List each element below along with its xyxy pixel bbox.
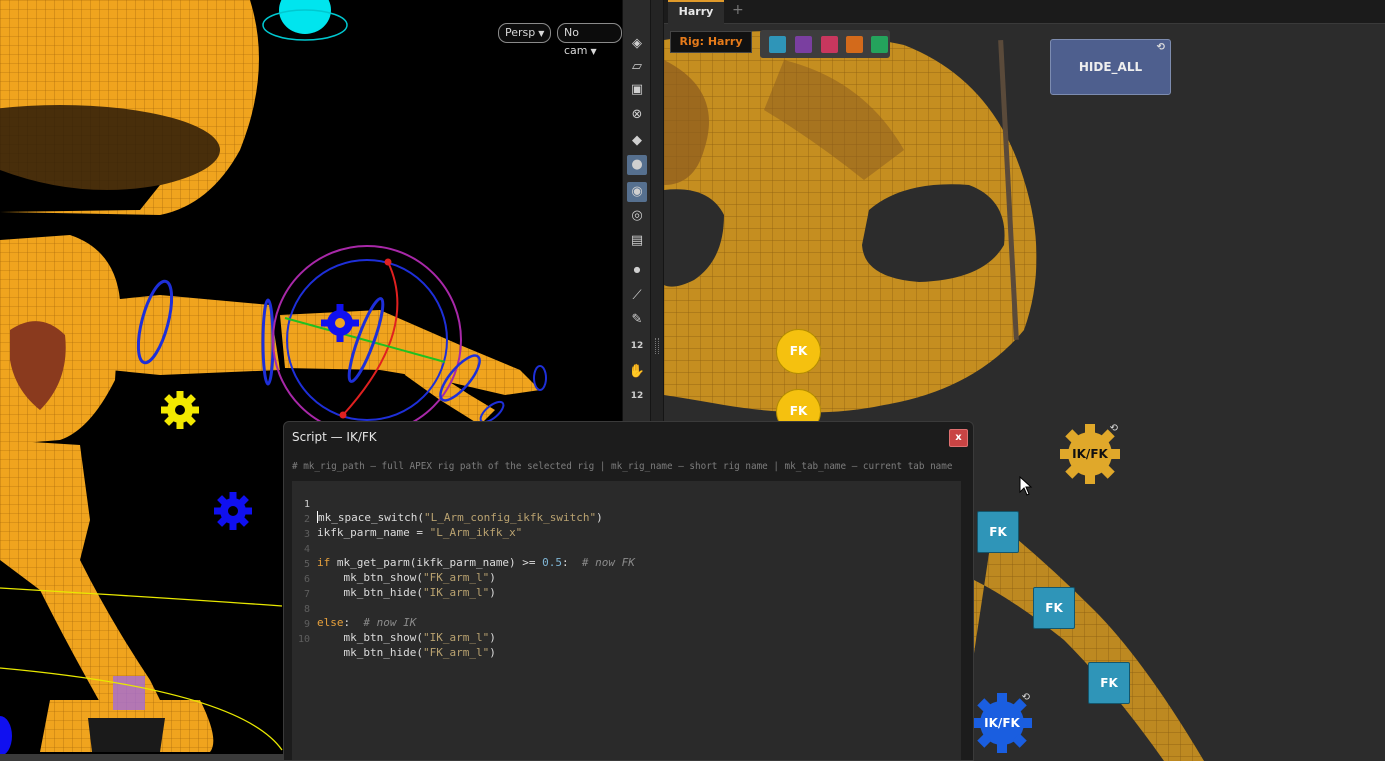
cyan-control	[279, 0, 331, 34]
code-line: 1 mk_space_switch("L_Arm_config_ikfk_swi…	[292, 484, 961, 524]
color-swatch-bar	[760, 30, 890, 58]
eye-icon[interactable]: ◎	[627, 206, 647, 226]
line-number: 10	[297, 634, 310, 645]
mouse-cursor-icon	[1019, 476, 1033, 496]
camera-icon[interactable]: ◉	[627, 182, 647, 202]
code-line: 6 mk_btn_hide("IK_arm_l")	[292, 559, 961, 599]
swatch-orange[interactable]	[846, 36, 863, 53]
tab-harry[interactable]: Harry	[668, 0, 724, 24]
twelve-icon[interactable]: 12	[627, 386, 647, 406]
app-root: Persp ▼ No cam ▼ ◈ ▱ ▣ ⊗ ◆ ● ◉ ◎ ▤ ● ⟋ ✎ 1…	[0, 0, 1385, 761]
add-tab-button[interactable]: +	[732, 2, 744, 18]
hide-all-label: HIDE_ALL	[1078, 60, 1143, 74]
fk-elbow-button[interactable]: FK	[1033, 587, 1075, 629]
code-editor[interactable]: 1 mk_space_switch("L_Arm_config_ikfk_swi…	[292, 481, 961, 760]
code-line: 8 else: # now IK	[292, 589, 961, 629]
robot-upper-arm	[110, 295, 280, 375]
pin-icon[interactable]: ✎	[627, 310, 647, 330]
ghost-icon[interactable]: ⊗	[627, 105, 647, 125]
chevron-down-icon: ▼	[538, 29, 545, 38]
reload-icon[interactable]: ⟲	[1022, 693, 1030, 703]
render-icon[interactable]: ▤	[627, 231, 647, 251]
script-editor-dialog: Script — IK/FK x # mk_rig_path — full AP…	[283, 421, 974, 761]
close-button[interactable]: x	[949, 429, 968, 447]
splitter-grip-icon[interactable]	[655, 338, 659, 354]
swatch-blue[interactable]	[769, 36, 786, 53]
script-variables-hint: # mk_rig_path — full APEX rig path of th…	[292, 461, 953, 472]
blue-gear-control[interactable]	[214, 492, 252, 530]
code-line: 2 ikfk_parm_name = "L_Arm_ikfk_x"	[292, 499, 961, 539]
code-line: 7	[292, 574, 961, 600]
fk-head-button[interactable]: FK	[776, 329, 821, 374]
camera-label: No cam	[564, 26, 588, 57]
swatch-green[interactable]	[871, 36, 888, 53]
code-line: 4 if mk_get_parm(ikfk_parm_name) >= 0.5:…	[292, 529, 961, 569]
bulb-icon[interactable]: ●	[627, 155, 647, 175]
camera-menu[interactable]: No cam ▼	[557, 23, 622, 57]
mesh-icon[interactable]: ▱	[627, 57, 647, 77]
ikfk-switch-gear-top[interactable]: IK/FK ⟲	[1058, 422, 1122, 486]
dot-icon[interactable]: ●	[627, 260, 647, 280]
hand-icon[interactable]: ✋	[627, 362, 647, 382]
chevron-down-icon: ▼	[590, 47, 597, 56]
yellow-gear-control[interactable]	[161, 391, 199, 429]
hide-all-button[interactable]: HIDE_ALL ⟲	[1050, 39, 1171, 95]
swatch-purple[interactable]	[795, 36, 812, 53]
twelve-icon[interactable]: 12	[627, 336, 647, 356]
code-line: 5 mk_btn_show("FK_arm_l")	[292, 544, 961, 584]
code-line: 10 mk_btn_hide("FK_arm_l")	[292, 619, 961, 659]
light-icon[interactable]: ◆	[627, 131, 647, 151]
rig-name-label: Rig: Harry	[670, 31, 752, 53]
layers-icon[interactable]: ◈	[627, 34, 647, 54]
measure-icon[interactable]: ⟋	[627, 286, 647, 306]
reload-icon[interactable]: ⟲	[1157, 43, 1165, 53]
perspective-label: Persp	[505, 26, 536, 39]
swatch-pink[interactable]	[821, 36, 838, 53]
fk-shoulder-button[interactable]: FK	[977, 511, 1019, 553]
code-line: 3	[292, 514, 961, 540]
dialog-title: Script — IK/FK	[292, 430, 377, 444]
code-line: 9 mk_btn_show("IK_arm_l")	[292, 604, 961, 644]
lock-icon[interactable]: ▣	[627, 80, 647, 100]
fk-wrist-button[interactable]: FK	[1088, 662, 1130, 704]
ikfk-switch-gear-bottom[interactable]: IK/FK ⟲	[970, 691, 1034, 755]
reload-icon[interactable]: ⟲	[1110, 424, 1118, 434]
tab-bar: Harry +	[664, 0, 1385, 24]
perspective-menu[interactable]: Persp ▼	[498, 23, 552, 43]
